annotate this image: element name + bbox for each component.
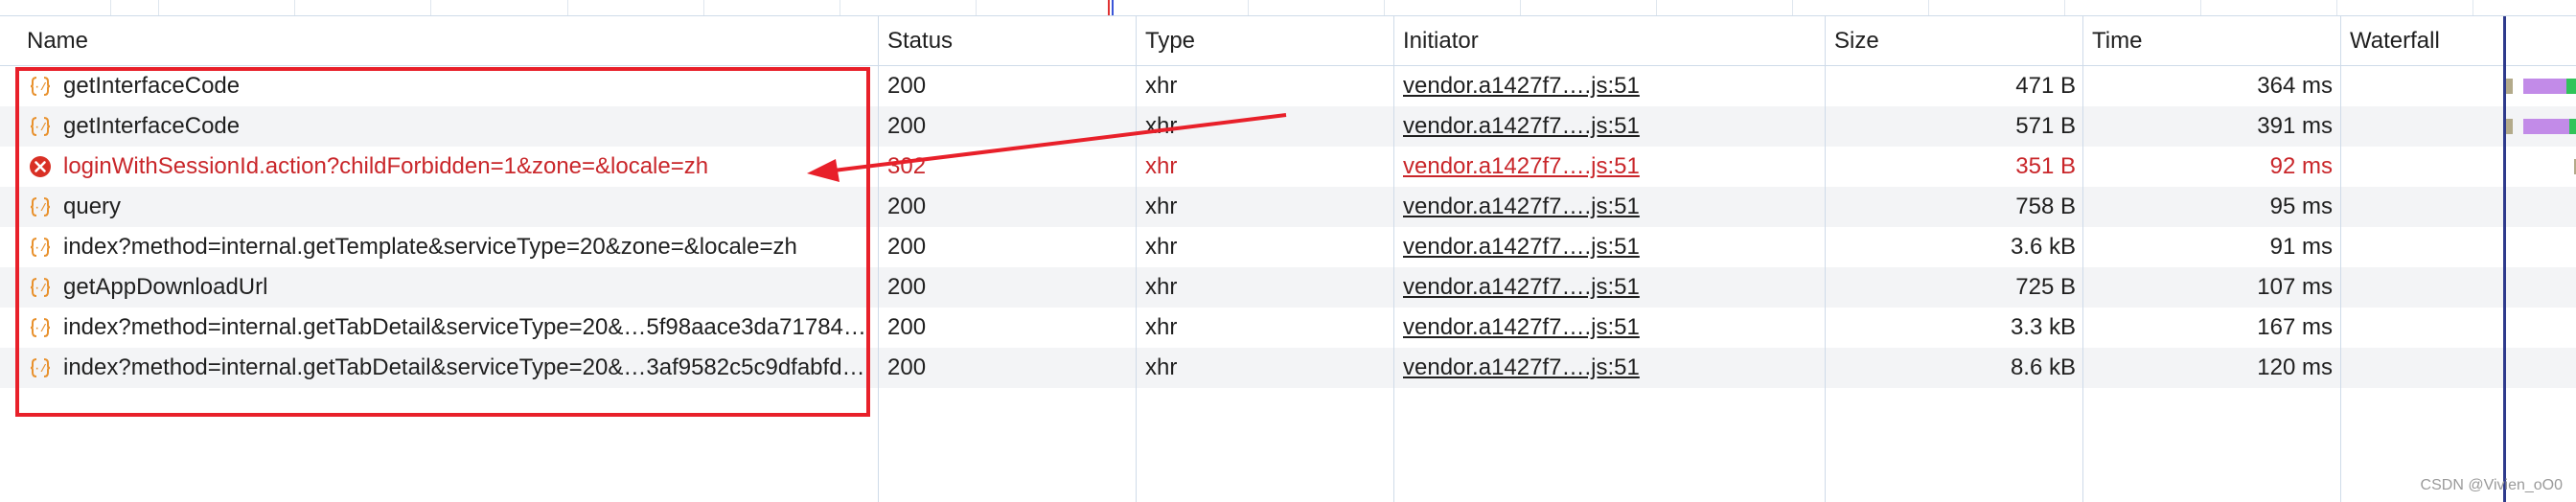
waterfall-timeline-marker [2503,16,2506,502]
overview-gridline [1928,0,1929,15]
overview-domcontentloaded-marker [1112,0,1114,15]
cell-name: index?method=internal.getTabDetail&servi… [63,354,865,380]
cell-name: index?method=internal.getTemplate&servic… [63,234,797,260]
table-header: Name Status Type Initiator Size Time Wat… [0,16,2576,66]
cell-time: 120 ms [2257,354,2333,380]
overview-gridline [1248,0,1249,15]
cell-size: 471 B [2015,73,2076,99]
overview-gridline [2472,0,2473,15]
cell-status: 200 [887,234,927,260]
cell-size: 351 B [2015,153,2076,179]
column-divider[interactable] [878,16,879,502]
column-header-name[interactable]: Name [17,16,88,66]
cell-initiator[interactable]: vendor.a1427f7….js:51 [1403,147,1825,187]
cell-name: index?method=internal.getTabDetail&servi… [63,314,866,340]
cell-status: 200 [887,194,927,219]
column-header-time[interactable]: Time [2082,16,2142,66]
overview-gridline [567,0,568,15]
cell-time: 91 ms [2269,234,2333,260]
cell-type: xhr [1145,314,1178,340]
cell-name: getInterfaceCode [63,73,241,99]
cell-status: 200 [887,113,927,139]
cell-name: loginWithSessionId.action?childForbidden… [63,153,709,179]
waterfall-bar [2523,79,2566,94]
table-row[interactable]: loginWithSessionId.action?childForbidden… [0,147,2576,187]
cell-type: xhr [1145,194,1178,219]
overview-gridline [158,0,159,15]
cell-time: 107 ms [2257,274,2333,300]
cell-type: xhr [1145,113,1178,139]
overview-gridline [2336,0,2337,15]
overview-gridline [2200,0,2201,15]
overview-gridline [1520,0,1521,15]
column-header-size[interactable]: Size [1825,16,1879,66]
cell-status: 200 [887,73,927,99]
overview-gridline [703,0,704,15]
column-header-initiator[interactable]: Initiator [1393,16,1479,66]
cell-type: xhr [1145,274,1178,300]
cell-size: 3.3 kB [2010,314,2076,340]
cell-initiator[interactable]: vendor.a1427f7….js:51 [1403,267,1825,308]
waterfall-bar [2523,119,2569,134]
cell-initiator[interactable]: vendor.a1427f7….js:51 [1403,308,1825,348]
column-header-status[interactable]: Status [878,16,953,66]
cell-time: 391 ms [2257,113,2333,139]
column-divider[interactable] [1136,16,1137,502]
cell-name: getAppDownloadUrl [63,274,268,300]
cell-type: xhr [1145,73,1178,99]
column-divider[interactable] [1825,16,1826,502]
waterfall-bar [2566,79,2576,94]
cell-status: 302 [887,153,927,179]
cell-size: 571 B [2015,113,2076,139]
column-header-waterfall[interactable]: Waterfall [2340,16,2440,66]
cell-time: 95 ms [2269,194,2333,219]
column-divider[interactable] [2340,16,2341,502]
cell-time: 92 ms [2269,153,2333,179]
cell-name: query [63,194,122,219]
cell-status: 200 [887,274,927,300]
table-row[interactable]: ·/index?method=internal.getTabDetail&ser… [0,348,2576,388]
overview-gridline [1384,0,1385,15]
overview-gridline [976,0,977,15]
table-row[interactable]: ·/index?method=internal.getTabDetail&ser… [0,308,2576,348]
cell-initiator[interactable]: vendor.a1427f7….js:51 [1403,66,1825,106]
cell-initiator[interactable]: vendor.a1427f7….js:51 [1403,106,1825,147]
cell-type: xhr [1145,153,1178,179]
cell-type: xhr [1145,354,1178,380]
cell-initiator[interactable]: vendor.a1427f7….js:51 [1403,187,1825,227]
column-divider[interactable] [2082,16,2083,502]
cell-time: 364 ms [2257,73,2333,99]
cell-size: 725 B [2015,274,2076,300]
table-row[interactable]: ·/getInterfaceCode 200 xhr vendor.a1427f7….… [0,66,2576,106]
overview-load-marker [1108,0,1110,15]
cell-time: 167 ms [2257,314,2333,340]
waterfall-bar [2569,119,2576,134]
column-header-type[interactable]: Type [1136,16,1195,66]
table-row[interactable]: ·/index?method=internal.getTemplate&serv… [0,227,2576,267]
overview-gridline [294,0,295,15]
cell-type: xhr [1145,234,1178,260]
network-request-table: Name Status Type Initiator Size Time Wat… [0,16,2576,502]
cell-size: 3.6 kB [2010,234,2076,260]
overview-gridline [2064,0,2065,15]
network-overview-strip[interactable] [0,0,2576,16]
watermark: CSDN @Vivien_oO0 [2420,477,2563,493]
overview-gridline [1656,0,1657,15]
table-row[interactable]: ·/getInterfaceCode 200 xhr vendor.a1427f7….… [0,106,2576,147]
overview-gridline [110,0,111,15]
cell-status: 200 [887,314,927,340]
cell-size: 8.6 kB [2010,354,2076,380]
cell-initiator[interactable]: vendor.a1427f7….js:51 [1403,227,1825,267]
table-row[interactable]: ·/query 200 xhr vendor.a1427f7….js:51 758 B9… [0,187,2576,227]
cell-size: 758 B [2015,194,2076,219]
cell-name: getInterfaceCode [63,113,241,139]
column-divider[interactable] [1393,16,1394,502]
cell-status: 200 [887,354,927,380]
cell-initiator[interactable]: vendor.a1427f7….js:51 [1403,348,1825,388]
overview-gridline [1792,0,1793,15]
table-row[interactable]: ·/getAppDownloadUrl 200 xhr vendor.a1427f7…… [0,267,2576,308]
overview-gridline [430,0,431,15]
